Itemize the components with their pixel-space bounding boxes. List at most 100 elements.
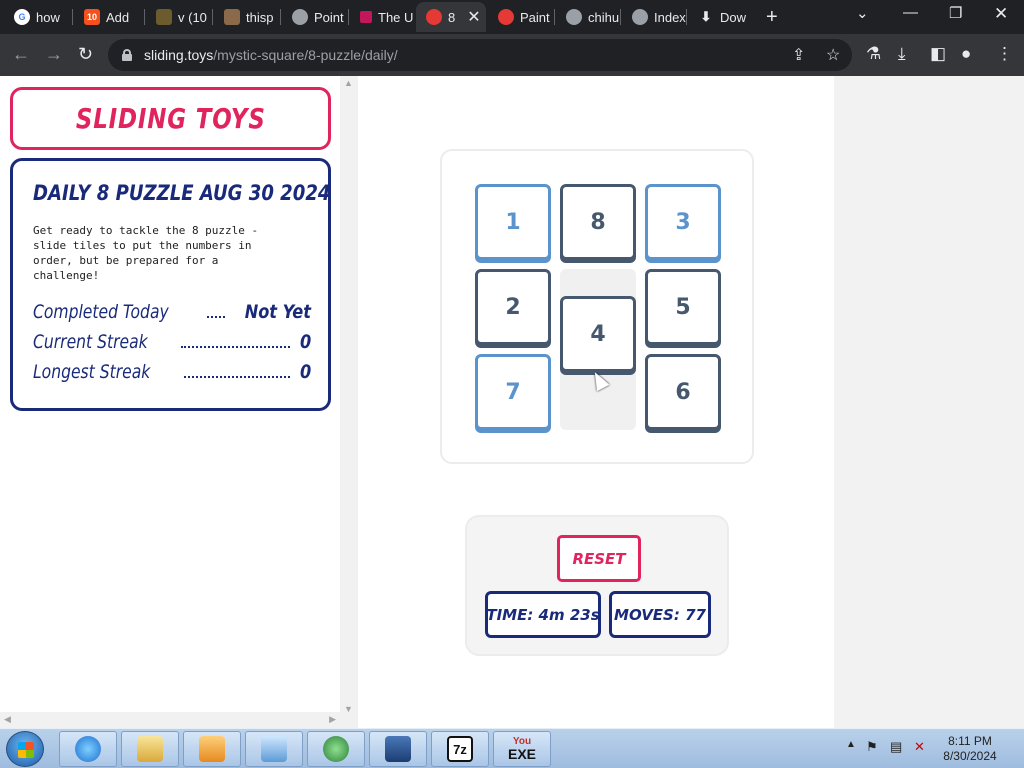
youtube-exe-icon[interactable]: You EXE [493,731,551,767]
calendar-icon: 10 [84,9,100,25]
stat-value: 0 [299,331,311,353]
clock-date: 8/30/2024 [943,749,997,763]
tab-paint[interactable]: Paint [488,2,554,32]
start-button[interactable] [6,731,44,767]
tab-search-icon[interactable]: ⌄ [856,4,869,22]
scroll-left-icon[interactable]: ◀ [4,714,11,725]
action-center-flag-icon[interactable]: ⚑ [866,739,878,755]
tomato-icon [498,9,514,25]
stat-dots [206,316,226,318]
tab-label: 8 [448,9,456,25]
page-viewport: SLIDING TOYS DAILY 8 PUZZLE AUG 30 2024 … [0,76,1024,728]
daily-info-card: DAILY 8 PUZZLE AUG 30 2024 Get ready to … [10,158,331,411]
puzzle-title: DAILY 8 PUZZLE AUG 30 2024 [33,181,331,205]
side-panel-icon[interactable]: ◧ [930,44,946,64]
sidebar-panel: SLIDING TOYS DAILY 8 PUZZLE AUG 30 2024 … [0,76,340,716]
tab-label: Paint [520,9,550,25]
minimize-button[interactable]: — [903,4,918,21]
puzzle-tile-5[interactable]: 5 [645,269,721,345]
address-bar[interactable]: sliding.toys/mystic-square/8-puzzle/dail… [108,39,852,71]
scroll-right-icon[interactable]: ▶ [329,714,336,725]
moves-counter: MOVES: 77 [609,591,711,638]
tab-downloads[interactable]: ⬇ Dow [688,2,758,32]
game-controls: RESET TIME: 4m 23s MOVES: 77 [465,515,729,656]
tab-label: Index [654,9,686,25]
tab-label: Add [106,9,130,25]
tab-label: v (10 [178,9,207,25]
stat-dots [180,346,290,348]
tab-label: The U [378,9,414,25]
profile-icon[interactable]: ● [961,44,971,64]
star-icon[interactable]: ☆ [826,45,840,65]
new-tab-button[interactable]: + [766,6,778,29]
restore-button[interactable]: ❐ [949,4,962,22]
forward-arrow-icon[interactable]: → [45,44,63,65]
download-icon[interactable]: ⤓ [898,44,906,64]
network-icon[interactable]: ▤ [890,739,902,755]
tab-point[interactable]: Point [282,2,348,32]
close-tab-icon[interactable]: ✕ [467,7,480,27]
menu-kebab-icon[interactable]: ⋮ [996,44,1013,64]
network-app-icon[interactable] [369,731,427,767]
tab-8-puzzle-active[interactable]: 8 ✕ [416,2,486,32]
back-arrow-icon[interactable]: ← [12,44,30,65]
show-hidden-icons[interactable]: ▲ [846,739,856,750]
avatar-icon [224,9,240,25]
volume-muted-icon[interactable]: ✕ [914,739,925,755]
puzzle-tile-8[interactable]: 8 [560,184,636,260]
tab-label: how [36,9,60,25]
labs-flask-icon[interactable]: ⚗ [866,44,881,64]
tab-thisp[interactable]: thisp [214,2,280,32]
tab-video[interactable]: v (10 [146,2,212,32]
puzzle-tile-1[interactable]: 1 [475,184,551,260]
puzzle-board: 1 8 3 2 4 5 7 6 [440,149,754,464]
tab-index[interactable]: Index [622,2,686,32]
tab-how[interactable]: G how [4,2,68,32]
globe-icon [566,9,582,25]
puzzle-tile-3[interactable]: 3 [645,184,721,260]
puzzle-tile-6[interactable]: 6 [645,354,721,430]
site-logo[interactable]: SLIDING TOYS [10,87,331,150]
tab-add[interactable]: 10 Add [74,2,142,32]
file-explorer-icon[interactable] [121,731,179,767]
lock-icon [122,49,132,61]
logo-text: SLIDING TOYS [75,102,266,135]
stat-label: Completed Today [33,301,169,323]
reset-button[interactable]: RESET [557,535,641,582]
tab-label: Point [314,9,344,25]
scroll-up-icon[interactable]: ▲ [344,78,353,88]
timer-display: TIME: 4m 23s [485,591,601,638]
7zip-icon[interactable]: 7z [431,731,489,767]
browser-icon[interactable] [307,731,365,767]
puzzle-description: Get ready to tackle the 8 puzzle - slide… [33,224,259,282]
tab-the-u[interactable]: The U [350,2,416,32]
bookmark-icon [360,11,372,23]
puzzle-tile-2[interactable]: 2 [475,269,551,345]
stat-label: Longest Streak [33,361,151,383]
share-icon[interactable]: ⇪ [792,45,805,65]
stat-dots [184,376,290,378]
globe-icon [292,9,308,25]
browser-toolbar: ← → ↻ sliding.toys/mystic-square/8-puzzl… [0,34,1024,76]
tab-label: chihu [588,9,620,25]
internet-explorer-icon[interactable] [59,731,117,767]
download-icon: ⬇ [700,9,712,24]
reload-icon[interactable]: ↻ [78,44,93,65]
control-panel-icon[interactable] [245,731,303,767]
puzzle-tile-4[interactable]: 4 [560,296,636,372]
tomato-icon [426,9,442,25]
system-clock[interactable]: 8:11 PM 8/30/2024 [935,734,1005,764]
stat-longest-streak: Longest Streak 0 [33,355,311,383]
close-window-button[interactable]: ✕ [994,4,1008,24]
tab-chihu[interactable]: chihu [556,2,620,32]
url-host: sliding.toys [144,47,214,63]
sidebar-vertical-scrollbar[interactable]: ▲ ▼ [340,76,358,716]
media-player-icon[interactable] [183,731,241,767]
puzzle-tile-7[interactable]: 7 [475,354,551,430]
tab-label: Dow [720,9,747,25]
stat-completed-today: Completed Today Not Yet [33,295,311,323]
sidebar-horizontal-scrollbar[interactable]: ◀ ▶ [0,712,358,728]
clock-time: 8:11 PM [948,734,992,748]
globe-icon [632,9,648,25]
stat-value: 0 [299,361,311,383]
